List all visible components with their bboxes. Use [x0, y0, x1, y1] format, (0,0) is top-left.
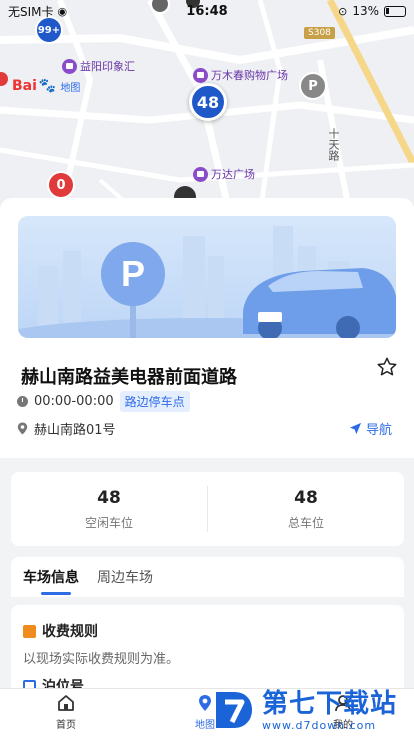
free-spaces-stat: 48 空闲车位 [11, 472, 207, 546]
nav-home-label: 首页 [56, 720, 76, 731]
road-sign: S308 [304, 27, 335, 39]
baidu-logo-map: 地图 [60, 82, 81, 94]
user-icon [335, 695, 351, 712]
fee-icon [23, 624, 36, 638]
map-view[interactable]: 无SIM卡 ◉ 16:48 ⊙ 13% 99+ S308 益阳印象汇 万木春购物… [0, 0, 414, 215]
tab-nearby-lots[interactable]: 周边车场 [97, 557, 153, 597]
fee-rules-text: 以现场实际收费规则为准。 [23, 652, 180, 667]
bottom-nav: 首页 地图 我的 [0, 688, 414, 736]
svg-text:P: P [121, 253, 145, 294]
poi-label: 万达广场 [211, 168, 255, 181]
favorite-star-icon[interactable] [376, 356, 398, 378]
poi-label: 益阳印象汇 [80, 60, 135, 73]
shopping-bag-icon [62, 58, 77, 74]
nav-map-label: 地图 [195, 720, 215, 731]
total-spaces-label: 总车位 [287, 515, 324, 530]
nav-map[interactable]: 地图 [195, 693, 215, 731]
shopping-bag-icon [193, 166, 208, 182]
total-spaces-value: 48 [294, 487, 318, 508]
poi-wanmuchun[interactable]: 万木春购物广场 [193, 67, 288, 83]
poi-label: 万木春购物广场 [211, 69, 288, 82]
parking-marker-gray[interactable]: P [299, 72, 327, 100]
status-bar: 无SIM卡 ◉ 16:48 ⊙ 13% [0, 0, 414, 22]
map-pin-icon [199, 695, 211, 711]
navigate-button[interactable]: 导航 [349, 419, 392, 438]
parking-address: 赫山南路01号 [34, 423, 116, 438]
address-row: 赫山南路01号 [17, 419, 116, 438]
nav-mine[interactable]: 我的 [333, 693, 353, 731]
space-stats: 48 空闲车位 48 总车位 [11, 472, 404, 546]
clock-icon [17, 396, 28, 407]
shopping-bag-icon [193, 67, 208, 83]
fee-rules-title: 收费规则 [42, 624, 98, 640]
free-spaces-label: 空闲车位 [84, 515, 133, 530]
location-pin-icon [17, 422, 28, 435]
poi-wanda[interactable]: 万达广场 [193, 166, 255, 182]
parking-detail-card: P 赫山南路益美电器前面道路 00:00-00:00 路边停车点 赫山南路01号… [0, 198, 414, 458]
baidu-map-logo: Bai 🐾 地图 [12, 78, 80, 94]
parking-cluster-selected[interactable]: 48 [189, 83, 227, 121]
parking-cluster-empty[interactable]: 0 [47, 171, 75, 199]
home-icon [58, 695, 74, 711]
tab-lot-info[interactable]: 车场信息 [23, 557, 79, 597]
navigation-arrow-icon [349, 422, 362, 435]
baidu-paw-icon: 🐾 [38, 78, 57, 94]
parking-p-icon: P [308, 78, 318, 94]
free-spaces-value: 48 [97, 487, 121, 508]
parking-name: 赫山南路益美电器前面道路 [21, 367, 237, 388]
detail-tabs: 车场信息 周边车场 [11, 557, 404, 597]
fee-rules-heading: 收费规则 [23, 621, 98, 641]
cluster-count: 0 [56, 177, 66, 193]
nav-home[interactable]: 首页 [56, 693, 76, 731]
opening-hours: 00:00-00:00 [34, 394, 114, 409]
rotation-lock-icon: ⊙ [338, 4, 348, 18]
nav-mine-label: 我的 [333, 720, 353, 731]
baidu-logo-text: Bai [12, 78, 37, 94]
navigate-label: 导航 [366, 423, 393, 438]
parking-banner-image: P [18, 216, 396, 338]
parking-type-tag: 路边停车点 [119, 391, 190, 412]
cluster-count: 48 [196, 92, 220, 112]
battery-icon [384, 5, 406, 17]
parking-illustration: P [18, 226, 396, 338]
cluster-count: 99+ [37, 24, 61, 36]
opening-hours-row: 00:00-00:00 路边停车点 [17, 391, 190, 412]
battery-percent: 13% [352, 4, 379, 18]
road-label: 十天路 [327, 128, 340, 161]
total-spaces-stat: 48 总车位 [208, 472, 404, 546]
poi-yiyang-impression[interactable]: 益阳印象汇 [62, 58, 135, 74]
